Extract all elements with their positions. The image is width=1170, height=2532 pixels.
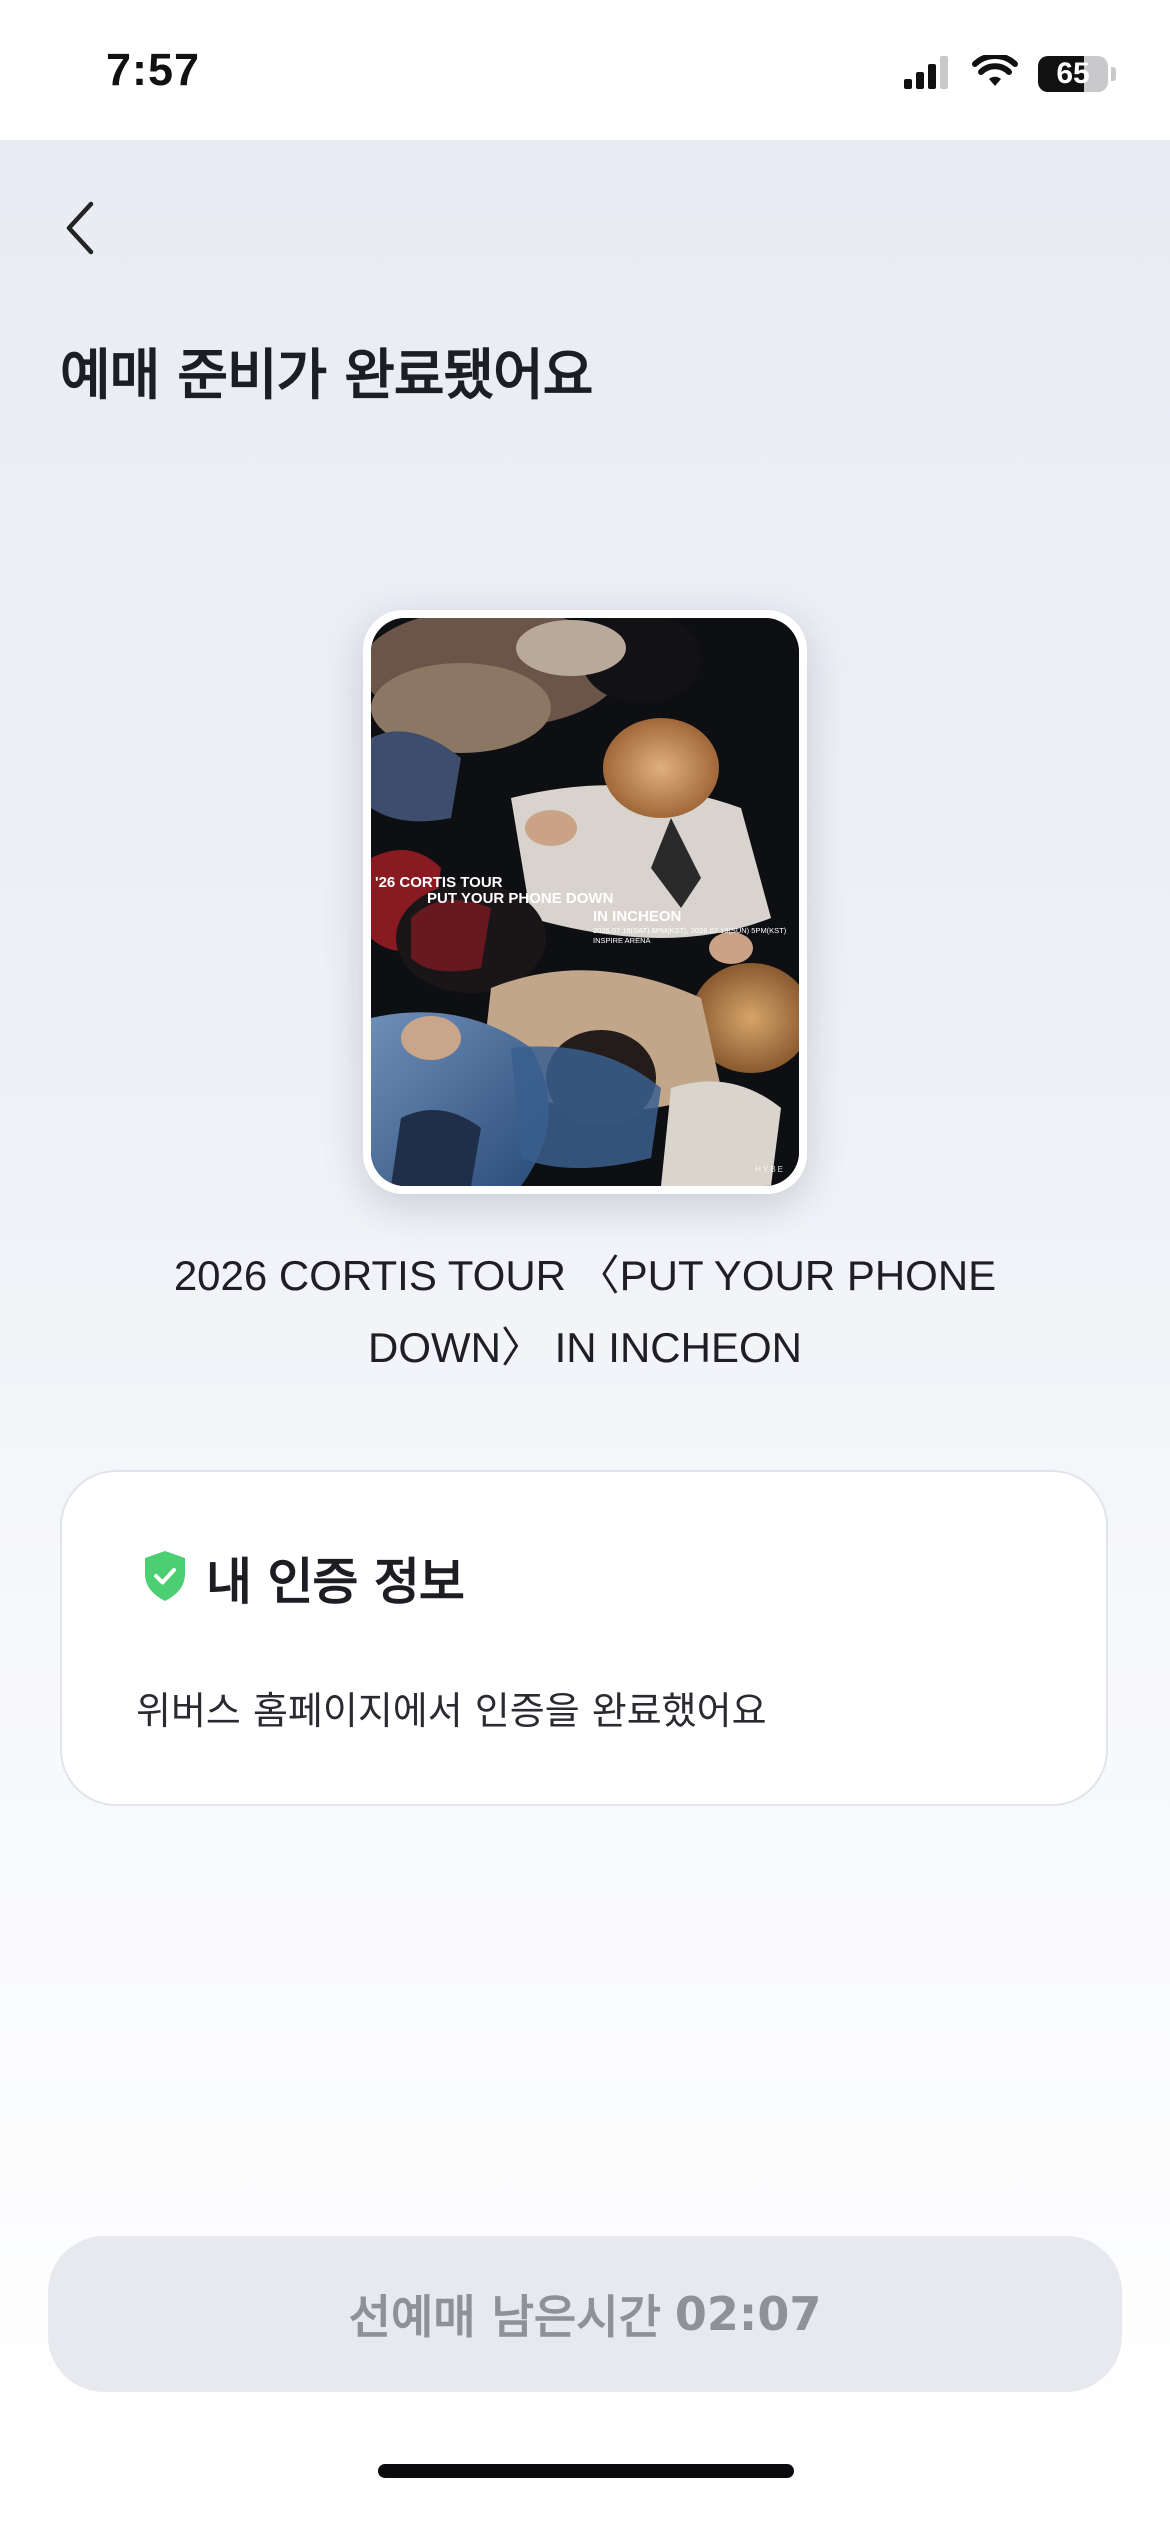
poster-line-2: PUT YOUR PHONE DOWN — [427, 890, 614, 907]
status-time: 7:57 — [106, 44, 201, 95]
poster-line-1: '26 CORTIS TOUR — [375, 874, 503, 891]
screen: 예매 준비가 완료됐어요 '26 CORTIS TOUR PUT YOUR PH… — [0, 140, 1170, 2532]
presale-label: 선예매 남은시간 — [348, 2290, 661, 2344]
poster-line-5: INSPIRE ARENA — [593, 936, 651, 945]
auth-card-description: 위버스 홈페이지에서 인증을 완료했어요 — [136, 1689, 767, 1733]
auth-info-card: 내 인증 정보 위버스 홈페이지에서 인증을 완료했어요 — [60, 1470, 1108, 1806]
auth-card-title: 내 인증 정보 — [206, 1553, 465, 1611]
home-indicator[interactable] — [378, 2464, 794, 2478]
page-title: 예매 준비가 완료됐어요 — [60, 343, 593, 407]
status-bar: 7:57 65 — [0, 0, 1170, 140]
poster-line-3: IN INCHEON — [593, 908, 682, 925]
event-title: 2026 CORTIS TOUR 〈PUT YOUR PHONE DOWN〉 I… — [173, 1252, 997, 1371]
battery-level: 65 — [1056, 57, 1090, 90]
shield-check-icon — [142, 1549, 188, 1607]
event-poster: '26 CORTIS TOUR PUT YOUR PHONE DOWN IN I… — [363, 610, 807, 1194]
cellular-signal-icon — [904, 55, 952, 93]
chevron-left-icon — [63, 200, 97, 260]
presale-countdown-button[interactable]: 선예매 남은시간 02:07 — [48, 2236, 1122, 2392]
back-button[interactable] — [50, 190, 110, 270]
status-icons: 65 — [904, 52, 1116, 96]
battery-icon: 65 — [1038, 56, 1108, 92]
auth-card-header: 내 인증 정보 — [142, 1542, 465, 1614]
presale-time: 02:07 — [674, 2287, 822, 2341]
battery-nub — [1111, 67, 1116, 81]
poster-line-4: 2026.07.18(SAT) 6PM(KST), 2026.07.19(SUN… — [593, 926, 787, 935]
poster-logo: HYBE — [755, 1165, 785, 1174]
wifi-icon — [972, 53, 1018, 93]
poster-image: '26 CORTIS TOUR PUT YOUR PHONE DOWN IN I… — [371, 618, 799, 1186]
